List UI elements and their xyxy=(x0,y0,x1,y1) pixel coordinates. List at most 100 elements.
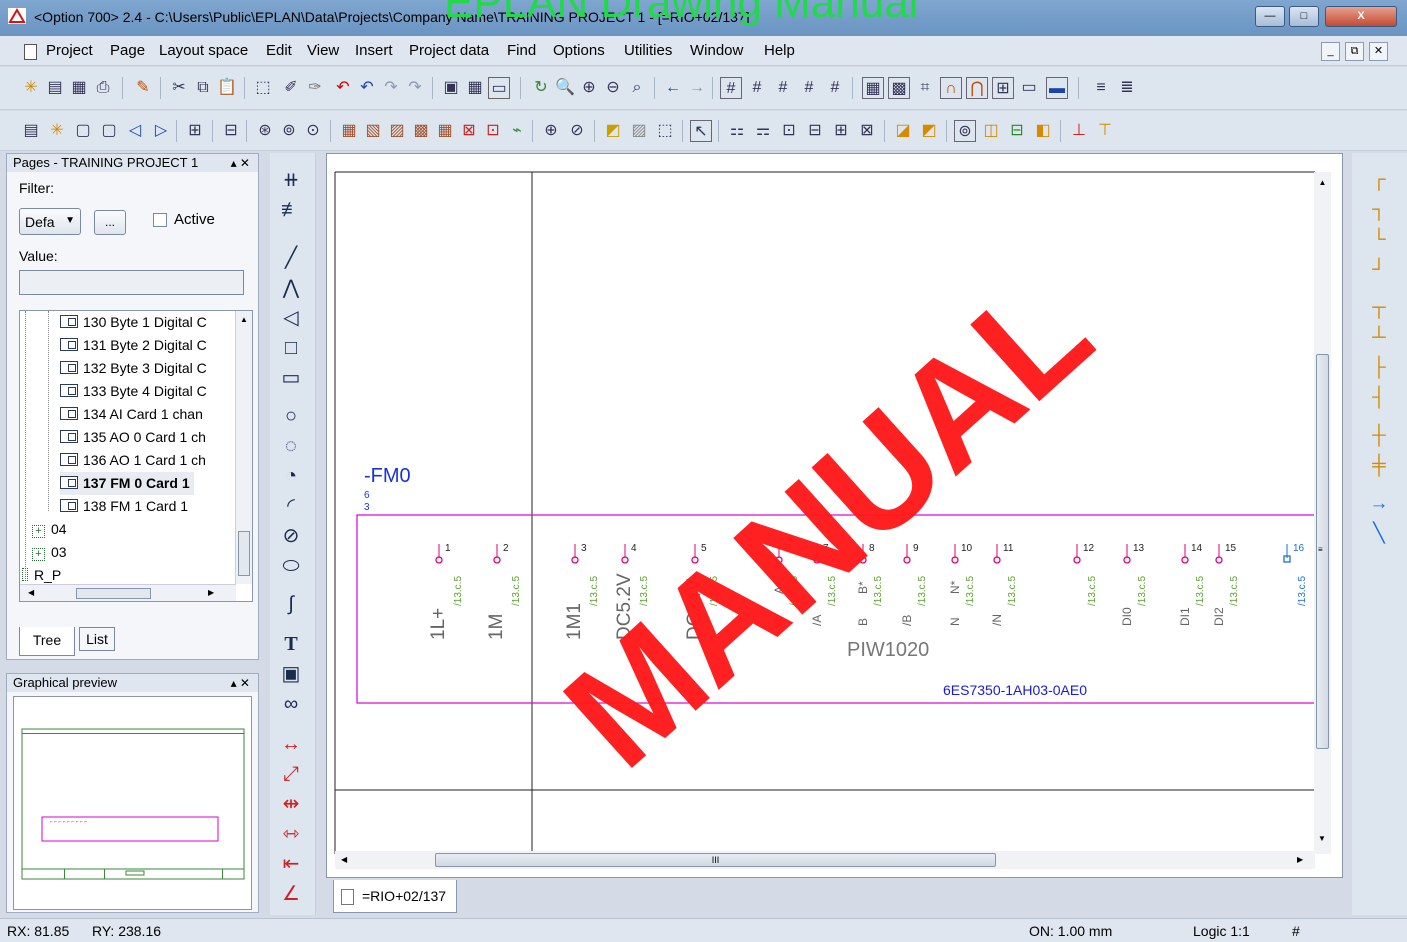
scroll-up-icon[interactable]: ▲ xyxy=(236,315,252,324)
numeric-input-icon[interactable]: ▭ xyxy=(1018,77,1040,99)
back-arrow-icon[interactable]: ← xyxy=(662,77,684,99)
mdi-minimize-button[interactable]: _ xyxy=(1321,42,1340,61)
device-a-icon[interactable]: ⊛ xyxy=(254,120,276,142)
tab-tree[interactable]: Tree xyxy=(19,627,75,656)
pin-14[interactable]: 14 DI1/13.c.5 xyxy=(1178,543,1206,626)
canvas-v-scroll-thumb[interactable]: ≡ xyxy=(1316,354,1329,749)
terminal-a-icon[interactable]: ⊕ xyxy=(540,120,562,142)
window-icon[interactable]: ▭ xyxy=(488,77,510,99)
pin-11[interactable]: 11/N/13.c.5 xyxy=(990,543,1018,626)
grid-d-icon[interactable]: # xyxy=(798,77,820,99)
tree-item-138[interactable]: 138 FM 1 Card 1 xyxy=(60,495,188,518)
pin-cross-reference[interactable]: /13.c.5 xyxy=(1087,576,1098,606)
grid-c-icon[interactable]: # xyxy=(772,77,794,99)
view-d-icon[interactable]: ◧ xyxy=(1032,120,1054,142)
view-c-icon[interactable]: ⊟ xyxy=(1006,120,1028,142)
pin-cross-reference[interactable]: /13.c.5 xyxy=(453,576,464,606)
plc-f-icon[interactable]: ⊠ xyxy=(458,120,480,142)
tree-horizontal-scrollbar[interactable]: ◀ ▶ xyxy=(20,584,236,601)
canvas-horizontal-scrollbar[interactable]: ◀ III ▶ xyxy=(335,851,1315,869)
cut-icon[interactable]: ✂ xyxy=(168,77,190,99)
menu-layout-space[interactable]: Layout space xyxy=(159,42,248,59)
arc-3p-icon[interactable]: ◜ xyxy=(276,493,306,519)
plc-a-icon[interactable]: ▦ xyxy=(338,120,360,142)
ellipse-icon[interactable]: ⬭ xyxy=(276,553,306,579)
new-project-icon[interactable]: ✳ xyxy=(20,77,42,99)
tee-right-icon[interactable]: ├ xyxy=(1366,355,1392,381)
tree-item-137-selected[interactable]: 137 FM 0 Card 1 xyxy=(60,472,194,495)
prev-page-icon[interactable]: ◁ xyxy=(124,120,146,142)
h-scroll-thumb[interactable] xyxy=(76,588,151,599)
align-d-icon[interactable]: ⊟ xyxy=(804,120,826,142)
view-b-icon[interactable]: ◫ xyxy=(980,120,1002,142)
menu-window[interactable]: Window xyxy=(690,42,743,59)
settings-wrench-icon[interactable]: ✎ xyxy=(132,77,154,99)
shape-b-icon[interactable]: ⬚ xyxy=(654,120,676,142)
tree-item-135[interactable]: 135 AO 0 Card 1 ch xyxy=(60,426,206,449)
dimension-angle-icon[interactable]: ∠ xyxy=(276,881,306,907)
diagonal-connection-icon[interactable]: ╲ xyxy=(1366,521,1392,547)
paste-icon[interactable]: 📋 xyxy=(216,77,238,99)
grid-snap-icon[interactable]: ⧺ xyxy=(276,167,306,193)
macro-icon[interactable]: ⊞ xyxy=(184,120,206,142)
tab-list[interactable]: List xyxy=(79,627,115,651)
tree-item-134[interactable]: 134 AI Card 1 chan xyxy=(60,403,203,426)
pin-cross-reference[interactable]: /13.c.5 xyxy=(1229,576,1240,606)
table-edit-icon[interactable]: ▦ xyxy=(464,77,486,99)
document-tab[interactable]: =RIO+02/137 xyxy=(333,880,457,913)
page-properties-icon[interactable]: ▣ xyxy=(440,77,462,99)
print-icon[interactable]: ⎙ xyxy=(92,77,114,99)
connector-a-icon[interactable]: ⊥ xyxy=(1068,120,1090,142)
pin-cross-reference[interactable]: /13.c.5 xyxy=(1137,576,1148,606)
align-b-icon[interactable]: ⚎ xyxy=(752,120,774,142)
menu-utilities[interactable]: Utilities xyxy=(624,42,672,59)
connector-b-icon[interactable]: ⊤ xyxy=(1094,120,1116,142)
hyperlink-icon[interactable]: ∞ xyxy=(276,691,306,717)
plc-g-icon[interactable]: ⊡ xyxy=(482,120,504,142)
pin-13[interactable]: 13 DI0/13.c.5 xyxy=(1120,543,1148,626)
frame-icon[interactable]: ▭ xyxy=(276,365,306,391)
tree-group-03[interactable]: +03 xyxy=(32,541,67,564)
corner-bottom-right-icon[interactable]: ┘ xyxy=(1366,257,1392,283)
filter-select[interactable]: Defa ▼ xyxy=(19,208,81,235)
layer-a-icon[interactable]: ◪ xyxy=(892,120,914,142)
plc-b-icon[interactable]: ▧ xyxy=(362,120,384,142)
corner-top-right-icon[interactable]: ┐ xyxy=(1366,197,1392,223)
align-a-icon[interactable]: ⚏ xyxy=(726,120,748,142)
grid-e-icon[interactable]: # xyxy=(824,77,846,99)
tree-item-133[interactable]: 133 Byte 4 Digital C xyxy=(60,380,207,403)
layer-b-icon[interactable]: ◩ xyxy=(918,120,940,142)
align-c-icon[interactable]: ⊡ xyxy=(778,120,800,142)
placeholder-icon[interactable]: ▤ xyxy=(20,120,42,142)
circle-3p-icon[interactable]: ◌ xyxy=(276,433,306,459)
grid-align-icon[interactable]: ≢ xyxy=(276,197,306,223)
tree-item-136[interactable]: 136 AO 1 Card 1 ch xyxy=(60,449,206,472)
canvas-h-scroll-thumb[interactable]: III xyxy=(435,853,996,867)
list-a-icon[interactable]: ≡ xyxy=(1090,77,1112,99)
grid-b-icon[interactable]: # xyxy=(746,77,768,99)
grid-a-icon[interactable]: # xyxy=(720,77,742,99)
filter-options-button[interactable]: ... xyxy=(94,210,126,235)
page-navigator-icon[interactable]: ▦ xyxy=(68,77,90,99)
pin-cross-reference[interactable]: /13.c.5 xyxy=(589,576,600,606)
align-f-icon[interactable]: ⊠ xyxy=(856,120,878,142)
display-icon[interactable]: ▬ xyxy=(1046,77,1068,99)
format-painter-icon[interactable]: ✐ xyxy=(280,77,302,99)
shape-a-icon[interactable]: ◩ xyxy=(602,120,624,142)
expand-plus-icon[interactable]: + xyxy=(32,525,45,538)
pin-cross-reference[interactable]: /13.c.5 xyxy=(511,576,522,606)
menu-edit[interactable]: Edit xyxy=(266,42,292,59)
minimize-button[interactable]: — xyxy=(1255,6,1285,27)
pin-cross-reference[interactable]: /13.c.5 xyxy=(1195,576,1206,606)
tee-down-icon[interactable]: ┬ xyxy=(1366,295,1392,321)
input-box-icon[interactable]: ⌗ xyxy=(914,77,936,99)
hatch-icon[interactable]: ▨ xyxy=(628,120,650,142)
menu-find[interactable]: Find xyxy=(507,42,536,59)
panel-pin-close-icon[interactable]: ▴ ✕ xyxy=(231,154,250,172)
new-page-icon[interactable]: ✳ xyxy=(46,120,68,142)
zoom-in-icon[interactable]: ⊕ xyxy=(578,77,600,99)
pin-cross-reference[interactable]: /13.c.5 xyxy=(1007,576,1018,606)
menu-options[interactable]: Options xyxy=(553,42,605,59)
corner-bottom-left-icon[interactable]: └ xyxy=(1366,227,1392,253)
copy-page-icon[interactable]: ▢ xyxy=(98,120,120,142)
